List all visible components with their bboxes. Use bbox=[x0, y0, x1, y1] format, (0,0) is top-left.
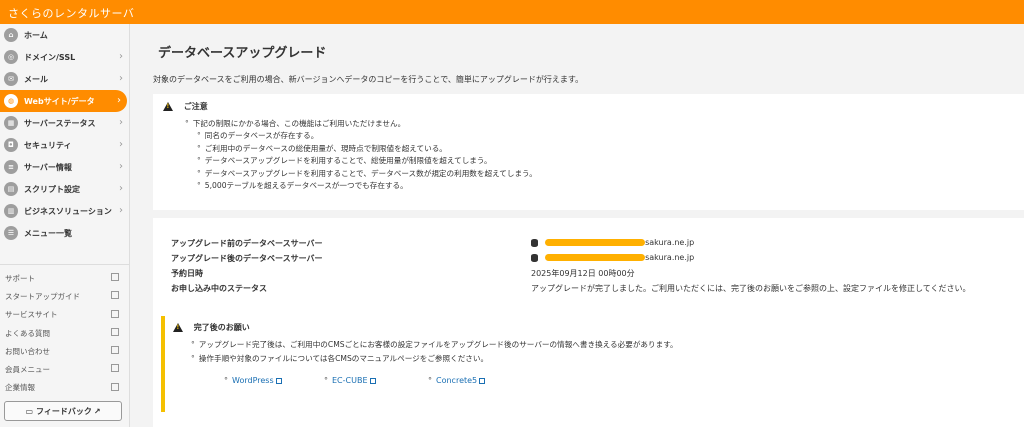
page-title: データベースアップグレード bbox=[158, 46, 327, 61]
external-link-icon bbox=[479, 377, 486, 384]
chevron-right-icon: › bbox=[117, 95, 121, 106]
after-completion-box: 完了後のお願い アップグレード完了後は、ご利用中のCMSごとにお客様の設定ファイ… bbox=[161, 316, 1024, 412]
building-icon: ▥ bbox=[4, 204, 18, 218]
sidebar-item-label: スクリプト設定 bbox=[24, 184, 80, 194]
chevron-right-icon: › bbox=[119, 139, 123, 150]
link-ec-cube[interactable]: EC-CUBE bbox=[324, 376, 428, 385]
list-item: 5,000テーブルを超えるデータベースが一つでも存在する。 bbox=[185, 180, 537, 192]
sidebar-item-security[interactable]: ◘ セキュリティ › bbox=[0, 134, 129, 156]
list-item: アップグレード完了後は、ご利用中のCMSごとにお客様の設定ファイルをアップグレー… bbox=[191, 338, 678, 352]
top-header-bar: さくらのレンタルサーバ bbox=[0, 0, 1024, 24]
sidebar-item-domain-ssl[interactable]: ◎ ドメイン/SSL › bbox=[0, 46, 129, 68]
globe-icon: ◍ bbox=[4, 94, 18, 108]
sidebar-item-home[interactable]: ⌂ ホーム bbox=[0, 24, 129, 46]
sidebar-item-mail[interactable]: ✉ メール › bbox=[0, 68, 129, 90]
external-link-icon bbox=[111, 382, 119, 391]
sidebar-link-faq[interactable]: よくある質問 bbox=[0, 324, 129, 342]
sidebar-item-label: ビジネスソリューション bbox=[24, 206, 112, 216]
notice-list: 下記の制限にかかる場合、この機能はご利用いただけません。 同名のデータベースが存… bbox=[185, 118, 537, 192]
sidebar-link-member-menu[interactable]: 会員メニュー bbox=[0, 360, 129, 378]
sidebar-external-links: サポート スタートアップガイド サービスサイト よくある質問 お問い合わせ 会員… bbox=[0, 264, 129, 397]
info-row-status: お申し込み中のステータス アップグレードが完了しました。ご利用いただくには、完了… bbox=[171, 284, 971, 293]
chevron-right-icon: › bbox=[119, 161, 123, 172]
external-link-icon bbox=[275, 377, 282, 384]
chevron-right-icon: › bbox=[119, 73, 123, 84]
mail-icon: ✉ bbox=[4, 72, 18, 86]
page-description: 対象のデータベースをご利用の場合、新バージョンへデータのコピーを行うことで、簡単… bbox=[153, 75, 584, 84]
sidebar-item-label: サーバー情報 bbox=[24, 162, 72, 172]
chart-icon: ▦ bbox=[4, 116, 18, 130]
sidebar-item-label: Webサイト/データ bbox=[24, 96, 95, 106]
sidebar-item-label: メニュー一覧 bbox=[24, 228, 72, 238]
list-item: データベースアップグレードを利用することで、データベース数が規定の利用数を超えて… bbox=[185, 168, 537, 180]
external-link-icon bbox=[369, 377, 376, 384]
external-link-icon: ↗ bbox=[93, 406, 101, 416]
chevron-right-icon: › bbox=[119, 51, 123, 62]
external-link-icon bbox=[111, 346, 119, 355]
warning-icon bbox=[173, 323, 183, 332]
sidebar-item-menu-list[interactable]: ☰ メニュー一覧 bbox=[0, 222, 129, 244]
main-content: データベースアップグレード 対象のデータベースをご利用の場合、新バージョンへデー… bbox=[131, 24, 1024, 427]
script-icon: ▤ bbox=[4, 182, 18, 196]
sidebar-item-label: ドメイン/SSL bbox=[24, 52, 76, 62]
globe-lock-icon: ◎ bbox=[4, 50, 18, 64]
external-link-icon bbox=[111, 327, 119, 336]
chevron-right-icon: › bbox=[119, 205, 123, 216]
info-row-scheduled-date: 予約日時 2025年09月12日 00時00分 bbox=[171, 269, 635, 278]
list-item: データベースアップグレードを利用することで、総使用量が制限値を超えてしまう。 bbox=[185, 155, 537, 167]
list-icon: ☰ bbox=[4, 226, 18, 240]
sidebar-item-label: メール bbox=[24, 74, 48, 84]
brand-logo-text[interactable]: さくらのレンタルサーバ bbox=[8, 5, 134, 21]
sidebar-item-server-info[interactable]: ≡ サーバー情報 › bbox=[0, 156, 129, 178]
upgrade-info-card: アップグレード前のデータベースサーバー sakura.ne.jp アップグレード… bbox=[153, 218, 1024, 427]
cms-manual-links: WordPress EC-CUBE Concrete5 bbox=[224, 376, 486, 385]
sidebar-item-business-solutions[interactable]: ▥ ビジネスソリューション › bbox=[0, 200, 129, 222]
after-completion-heading: 完了後のお願い bbox=[173, 322, 250, 333]
redacted-hostname bbox=[544, 239, 645, 246]
link-wordpress[interactable]: WordPress bbox=[224, 376, 324, 385]
chat-icon: ▭ bbox=[25, 406, 33, 416]
notice-card: ご注意 下記の制限にかかる場合、この機能はご利用いただけません。 同名のデータベ… bbox=[153, 94, 1024, 210]
home-icon: ⌂ bbox=[4, 28, 18, 42]
database-icon bbox=[531, 238, 538, 247]
info-row-before-server: アップグレード前のデータベースサーバー sakura.ne.jp bbox=[171, 238, 695, 248]
external-link-icon bbox=[111, 273, 119, 281]
server-icon: ≡ bbox=[4, 160, 18, 174]
link-concrete5[interactable]: Concrete5 bbox=[428, 376, 486, 385]
lock-icon: ◘ bbox=[4, 138, 18, 152]
sidebar-link-service-site[interactable]: サービスサイト bbox=[0, 306, 129, 324]
sidebar-item-label: ホーム bbox=[24, 30, 48, 40]
sidebar-link-company-info[interactable]: 企業情報 bbox=[0, 379, 129, 397]
feedback-button[interactable]: ▭ フィードバック ↗ bbox=[4, 401, 122, 421]
sidebar: ⌂ ホーム ◎ ドメイン/SSL › ✉ メール › ◍ Webサイト/データ … bbox=[0, 24, 130, 427]
notice-intro: 下記の制限にかかる場合、この機能はご利用いただけません。 bbox=[185, 118, 537, 130]
list-item: 操作手順や対象のファイルについては各CMSのマニュアルページをご参照ください。 bbox=[191, 352, 678, 366]
notice-heading: ご注意 bbox=[163, 101, 208, 112]
database-icon bbox=[531, 253, 538, 262]
sidebar-item-website-data[interactable]: ◍ Webサイト/データ › bbox=[0, 90, 127, 112]
sidebar-item-server-status[interactable]: ▦ サーバーステータス › bbox=[0, 112, 129, 134]
sidebar-item-script-settings[interactable]: ▤ スクリプト設定 › bbox=[0, 178, 129, 200]
sidebar-item-label: サーバーステータス bbox=[24, 118, 96, 128]
sidebar-link-startup-guide[interactable]: スタートアップガイド bbox=[0, 287, 129, 305]
list-item: ご利用中のデータベースの総使用量が、現時点で制限値を超えている。 bbox=[185, 143, 537, 155]
external-link-icon bbox=[111, 309, 119, 318]
external-link-icon bbox=[111, 364, 119, 373]
external-link-icon bbox=[111, 291, 119, 300]
after-completion-list: アップグレード完了後は、ご利用中のCMSごとにお客様の設定ファイルをアップグレー… bbox=[191, 338, 678, 366]
sidebar-link-contact[interactable]: お問い合わせ bbox=[0, 342, 129, 360]
warning-icon bbox=[163, 102, 173, 111]
sidebar-item-label: セキュリティ bbox=[24, 140, 72, 150]
redacted-hostname bbox=[544, 254, 645, 261]
sidebar-link-support[interactable]: サポート bbox=[0, 269, 129, 287]
chevron-right-icon: › bbox=[119, 117, 123, 128]
chevron-right-icon: › bbox=[119, 183, 123, 194]
list-item: 同名のデータベースが存在する。 bbox=[185, 130, 537, 142]
info-row-after-server: アップグレード後のデータベースサーバー sakura.ne.jp bbox=[171, 253, 695, 263]
